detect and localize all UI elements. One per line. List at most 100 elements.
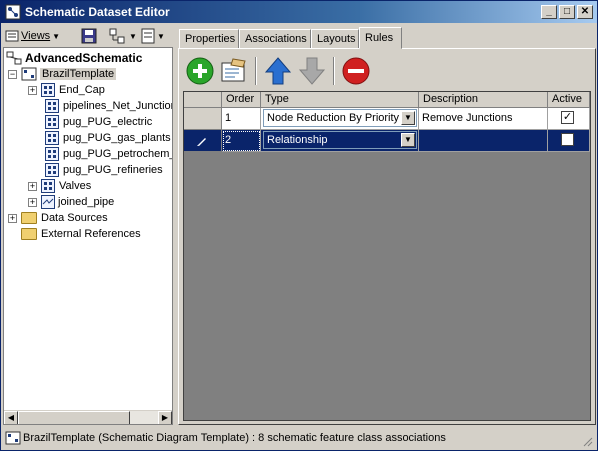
tree-options-button[interactable]: ▼ — [139, 26, 167, 46]
toolbar-separator — [255, 57, 257, 85]
horizontal-scrollbar[interactable]: ◀ ▶ — [4, 410, 172, 424]
arrow-down-icon — [298, 57, 326, 85]
template-label: BrazilTemplate — [40, 68, 117, 80]
tree-item-label: pug_PUG_electric — [63, 116, 153, 128]
tree-item-external-references[interactable]: External References — [21, 226, 141, 242]
views-icon — [5, 30, 19, 42]
expand-toggle[interactable]: + — [8, 213, 17, 223]
tree-item-electric[interactable]: pug_PUG_electric — [45, 114, 152, 130]
chevron-down-icon[interactable]: ▼ — [401, 133, 415, 147]
rule-properties-button[interactable] — [217, 54, 251, 88]
rules-grid[interactable]: Order Type Description Active 1 Node Red… — [183, 91, 591, 421]
schematic-dataset-icon — [6, 51, 22, 65]
remove-icon — [342, 57, 370, 85]
tree-item-net-junctions[interactable]: pipelines_Net_Junctions — [45, 98, 173, 114]
expand-toggle[interactable]: + — [28, 181, 37, 191]
tree-item-label: pipelines_Net_Junctions — [63, 100, 173, 112]
tree-item-joined-pipe[interactable]: + joined_pipe — [28, 194, 114, 210]
window-title: Schematic Dataset Editor — [25, 5, 170, 19]
feature-class-icon — [41, 83, 55, 97]
cell-type[interactable]: Relationship ▼ — [261, 130, 419, 152]
feature-class-icon — [45, 115, 59, 129]
feature-class-icon — [45, 131, 59, 145]
move-down-button[interactable] — [295, 54, 329, 88]
expand-tree-button[interactable]: ▼ — [107, 26, 139, 46]
chevron-down-icon: ▼ — [157, 31, 165, 41]
tree-item-end-cap[interactable]: + End_Cap — [28, 82, 105, 98]
chevron-down-icon: ▼ — [129, 31, 137, 41]
active-checkbox[interactable] — [561, 133, 574, 146]
schematic-tree[interactable]: AdvancedSchematic − BrazilTemplate + End… — [3, 47, 173, 425]
tab-layouts[interactable]: Layouts — [311, 29, 359, 49]
tree-item-valves[interactable]: + Valves — [28, 178, 91, 194]
tree-item-template[interactable]: − BrazilTemplate — [8, 66, 117, 82]
cell-order: 1 — [222, 108, 261, 130]
cell-description — [419, 130, 548, 152]
tab-properties[interactable]: Properties — [179, 29, 239, 49]
minimize-button[interactable]: _ — [541, 5, 557, 19]
feature-class-icon — [41, 179, 55, 193]
status-bar: BrazilTemplate (Schematic Diagram Templa… — [3, 429, 595, 449]
tab-associations[interactable]: Associations — [239, 29, 311, 49]
chevron-down-icon[interactable]: ▼ — [401, 111, 415, 125]
tree-item-label: External References — [41, 228, 141, 240]
row-header-corner — [184, 92, 222, 108]
tab-rules[interactable]: Rules — [359, 27, 402, 49]
row-header[interactable] — [184, 108, 222, 130]
maximize-button[interactable]: □ — [559, 5, 575, 19]
arrow-up-icon — [264, 57, 292, 85]
diagram-template-icon — [5, 431, 21, 445]
resize-grip-icon[interactable] — [581, 435, 593, 447]
column-header-active[interactable]: Active — [548, 92, 590, 108]
views-menu-button[interactable]: Views ▼ — [3, 26, 62, 46]
collapse-toggle[interactable]: − — [8, 69, 17, 79]
cell-type[interactable]: Node Reduction By Priority ▼ — [261, 108, 419, 130]
tree-root[interactable]: AdvancedSchematic — [6, 50, 142, 66]
active-checkbox[interactable]: ✓ — [561, 111, 574, 124]
column-header-description[interactable]: Description — [419, 92, 548, 108]
tree-expand-icon — [109, 28, 125, 44]
root-label: AdvancedSchematic — [25, 51, 143, 65]
tree-item-refineries[interactable]: pug_PUG_refineries — [45, 162, 163, 178]
tree-toolbar: Views ▼ ▼ ▼ — [3, 25, 173, 47]
tree-item-label: pug_PUG_petrochem_ — [63, 148, 173, 160]
folder-icon — [21, 228, 37, 240]
rules-panel: Order Type Description Active 1 Node Red… — [178, 48, 596, 425]
scroll-right-button[interactable]: ▶ — [158, 411, 172, 424]
rules-toolbar — [183, 53, 591, 89]
feature-class-icon — [45, 99, 59, 113]
rule-type-select[interactable]: Node Reduction By Priority ▼ — [263, 109, 417, 127]
move-up-button[interactable] — [261, 54, 295, 88]
cell-order: 2 — [222, 130, 261, 152]
close-button[interactable]: ✕ — [577, 5, 593, 19]
selected-type: Relationship — [267, 134, 328, 146]
scrollbar-thumb[interactable] — [18, 411, 130, 424]
properties-icon — [221, 58, 246, 82]
main-window: Schematic Dataset Editor _ □ ✕ Views ▼ ▼… — [0, 0, 598, 451]
add-rule-button[interactable] — [183, 54, 217, 88]
tree-item-label: pug_PUG_gas_plants — [63, 132, 171, 144]
cell-active: ✓ — [548, 108, 590, 130]
selected-type: Node Reduction By Priority — [267, 112, 400, 124]
column-header-order[interactable]: Order — [222, 92, 261, 108]
app-icon — [5, 4, 21, 20]
expand-toggle[interactable]: + — [28, 85, 37, 95]
tree-item-petrochem[interactable]: pug_PUG_petrochem_ — [45, 146, 173, 162]
save-button[interactable] — [79, 26, 99, 46]
tree-item-label: Data Sources — [41, 212, 108, 224]
title-bar: Schematic Dataset Editor _ □ ✕ — [1, 1, 597, 23]
remove-rule-button[interactable] — [339, 54, 373, 88]
column-header-type[interactable]: Type — [261, 92, 419, 108]
tree-item-label: End_Cap — [59, 84, 105, 96]
scroll-left-button[interactable]: ◀ — [4, 411, 18, 424]
chevron-down-icon: ▼ — [52, 31, 61, 41]
status-text: BrazilTemplate (Schematic Diagram Templa… — [23, 432, 446, 444]
add-icon — [186, 57, 214, 85]
row-header[interactable] — [184, 130, 222, 152]
tree-item-data-sources[interactable]: + Data Sources — [8, 210, 108, 226]
tree-item-gas-plants[interactable]: pug_PUG_gas_plants — [45, 130, 171, 146]
diagram-template-icon — [21, 67, 37, 81]
views-label: Views — [21, 30, 51, 42]
rule-type-select[interactable]: Relationship ▼ — [263, 131, 417, 149]
expand-toggle[interactable]: + — [28, 197, 37, 207]
